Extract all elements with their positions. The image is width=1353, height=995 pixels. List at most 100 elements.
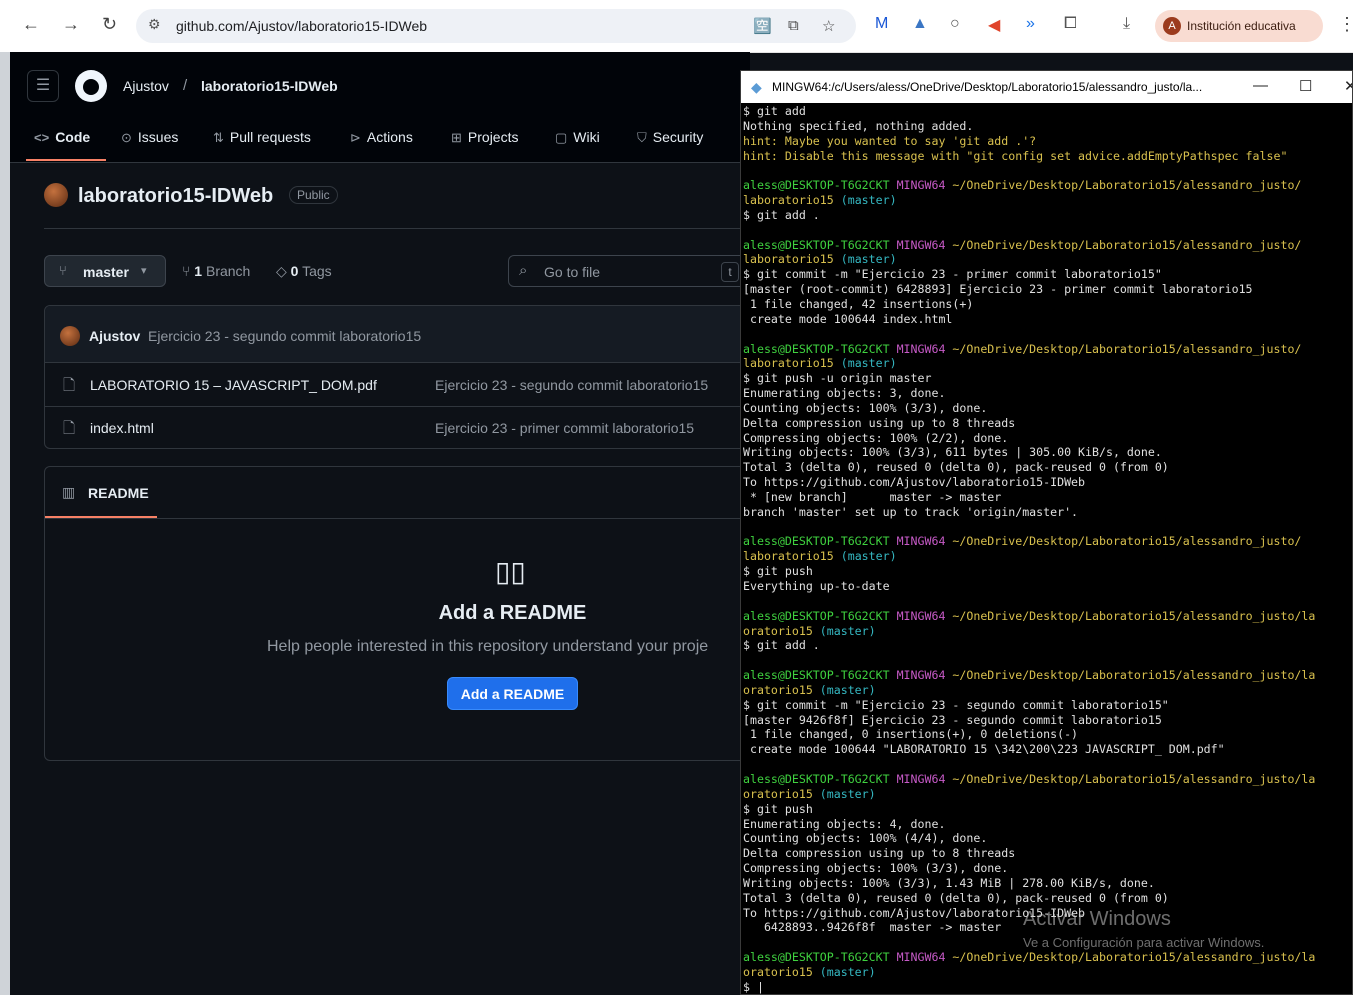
file-list: Ajustov Ejercicio 23 - segundo commit la… bbox=[44, 305, 764, 449]
terminal-text: $ git add bbox=[743, 104, 806, 118]
back-icon[interactable]: ← bbox=[22, 14, 40, 35]
terminal-text: ~/OneDrive/Desktop/Laboratorio15/alessan… bbox=[952, 178, 1302, 193]
terminal-line: $ git commit -m "Ejercicio 23 - primer c… bbox=[743, 267, 1352, 282]
terminal-text: laboratorio15 bbox=[743, 193, 841, 208]
add-readme-button[interactable]: Add a README bbox=[447, 677, 578, 710]
extension-m-icon[interactable]: M bbox=[875, 15, 888, 33]
terminal-text: ~/OneDrive/Desktop/Laboratorio15/alessan… bbox=[952, 237, 1302, 252]
translate-icon[interactable]: 🈳 bbox=[753, 17, 772, 35]
terminal-text: hint: Disable this message with "git con… bbox=[743, 148, 1288, 163]
terminal-text: laboratorio15 bbox=[743, 549, 841, 564]
terminal-text: MINGW64 bbox=[896, 341, 953, 356]
menu-kebab-icon[interactable]: ⋮ bbox=[1338, 14, 1353, 35]
breadcrumb-separator: / bbox=[183, 77, 188, 94]
terminal-text: oratorio15 bbox=[743, 786, 820, 801]
terminal-text: aless@DESKTOP-T6G2CKT bbox=[743, 668, 897, 683]
browser-toolbar: ← → ↻ ⚙ github.com/Ajustov/laboratorio15… bbox=[0, 0, 1353, 53]
terminal-text: laboratorio15 bbox=[743, 252, 841, 267]
maximize-icon[interactable]: ☐ bbox=[1299, 77, 1312, 95]
terminal-line: $ git add . bbox=[743, 208, 1352, 223]
terminal-text: $ git commit -m "Ejercicio 23 - primer c… bbox=[743, 267, 1162, 282]
terminal-text: oratorio15 bbox=[743, 623, 820, 638]
extension-binoculars-icon[interactable]: ▲ bbox=[912, 15, 928, 33]
tab-code[interactable]: <> Code bbox=[34, 129, 90, 145]
owner-link[interactable]: Ajustov bbox=[123, 78, 169, 94]
tab-issues[interactable]: ⊙ Issues bbox=[121, 129, 178, 146]
extensions-puzzle-icon[interactable]: ⧠ bbox=[1064, 15, 1077, 33]
bookmark-star-icon[interactable]: ☆ bbox=[822, 17, 835, 35]
avatar[interactable] bbox=[60, 326, 80, 346]
tab-projects[interactable]: ⊞ Projects bbox=[451, 129, 518, 146]
book-icon: ▥ bbox=[62, 484, 76, 500]
profile-button[interactable]: A Institución educativa bbox=[1155, 10, 1323, 42]
terminal-line: Compressing objects: 100% (3/3), done. bbox=[743, 861, 1352, 876]
terminal-text: hint: Maybe you wanted to say 'git add .… bbox=[743, 133, 1037, 148]
terminal-text: (master) bbox=[840, 549, 897, 564]
reload-icon[interactable]: ↻ bbox=[102, 14, 117, 35]
terminal-line: Counting objects: 100% (3/3), done. bbox=[743, 401, 1352, 416]
repo-owner-avatar bbox=[44, 183, 68, 207]
terminal-line: aless@DESKTOP-T6G2CKT MINGW64 ~/OneDrive… bbox=[743, 771, 1352, 787]
terminal-output[interactable]: $ git add Nothing specified, nothing adde… bbox=[743, 104, 1352, 994]
tab-wiki[interactable]: ▢ Wiki bbox=[555, 129, 600, 146]
terminal-window[interactable]: ◆ MINGW64:/c/Users/aless/OneDrive/Deskto… bbox=[740, 70, 1353, 995]
terminal-text: (master) bbox=[840, 356, 897, 371]
terminal-text: create mode 100644 index.html bbox=[743, 311, 953, 326]
file-icon: 🗋 bbox=[63, 420, 76, 437]
terminal-titlebar[interactable]: ◆ MINGW64:/c/Users/aless/OneDrive/Deskto… bbox=[741, 71, 1352, 103]
go-to-file-input[interactable]: ⌕ Go to file t bbox=[508, 255, 753, 287]
terminal-line: 1 file changed, 42 insertions(+) bbox=[743, 297, 1352, 312]
terminal-text: (master) bbox=[819, 623, 876, 638]
terminal-line: $ | bbox=[743, 980, 1352, 994]
cast-icon[interactable]: ⧉ bbox=[788, 17, 799, 34]
terminal-line: Writing objects: 100% (3/3), 1.43 MiB | … bbox=[743, 876, 1352, 891]
readme-header: ▥ README bbox=[45, 467, 763, 519]
address-bar[interactable]: ⚙ github.com/Ajustov/laboratorio15-IDWeb… bbox=[136, 9, 856, 43]
extension-megaphone-icon[interactable]: ◀ bbox=[988, 15, 1000, 35]
terminal-text: ~/OneDrive/Desktop/Laboratorio15/alessan… bbox=[952, 534, 1302, 549]
visibility-badge: Public bbox=[289, 186, 338, 204]
add-readme-title: Add a README bbox=[438, 602, 587, 624]
terminal-text: oratorio15 bbox=[743, 964, 820, 979]
terminal-line: create mode 100644 "LABORATORIO 15 \342\… bbox=[743, 742, 1352, 757]
commit-author-link[interactable]: Ajustov bbox=[89, 328, 140, 344]
tab-actions[interactable]: ⊳ Actions bbox=[350, 129, 413, 146]
github-logo-icon[interactable] bbox=[75, 70, 107, 102]
terminal-text: MINGW64 bbox=[896, 771, 953, 786]
site-info-icon[interactable]: ⚙ bbox=[148, 16, 161, 33]
minimize-icon[interactable]: — bbox=[1253, 77, 1268, 94]
tags-link[interactable]: ◇ 0 Tags bbox=[276, 263, 332, 280]
file-name-link[interactable]: LABORATORIO 15 – JAVASCRIPT_ DOM.pdf bbox=[90, 377, 377, 393]
commit-message-link[interactable]: Ejercicio 23 - segundo commit laboratori… bbox=[148, 328, 421, 344]
terminal-line: Total 3 (delta 0), reused 0 (delta 0), p… bbox=[743, 460, 1352, 475]
terminal-line: aless@DESKTOP-T6G2CKT MINGW64 ~/OneDrive… bbox=[743, 341, 1352, 357]
active-tab-indicator bbox=[26, 159, 106, 161]
terminal-line: laboratorio15 (master) bbox=[743, 252, 1352, 267]
tab-security[interactable]: ⛉ Security bbox=[637, 129, 703, 146]
terminal-text: ~/OneDrive/Desktop/Laboratorio15/alessan… bbox=[952, 950, 1316, 965]
terminal-text: * [new branch] master -> master bbox=[743, 489, 1002, 504]
hamburger-menu-icon[interactable]: ☰ bbox=[27, 70, 59, 102]
page-title: laboratorio15-IDWeb bbox=[78, 185, 274, 207]
tab-pull-requests[interactable]: ⇅ Pull requests bbox=[213, 129, 311, 146]
forward-icon[interactable]: → bbox=[62, 14, 80, 35]
branches-link[interactable]: ⑂ 1 Branch bbox=[182, 263, 250, 279]
terminal-line: 1 file changed, 0 insertions(+), 0 delet… bbox=[743, 727, 1352, 742]
divider bbox=[44, 228, 750, 229]
close-icon[interactable]: ✕ bbox=[1344, 77, 1352, 95]
file-name-link[interactable]: index.html bbox=[90, 420, 154, 436]
file-commit-link[interactable]: Ejercicio 23 - segundo commit laboratori… bbox=[435, 377, 708, 393]
download-icon[interactable]: ⤓ bbox=[1123, 15, 1130, 33]
terminal-text: [master (root-commit) 6428893] Ejercicio… bbox=[743, 282, 1253, 297]
extension-sound-icon[interactable]: » bbox=[1026, 15, 1035, 33]
repo-link[interactable]: laboratorio15-IDWeb bbox=[201, 78, 338, 94]
terminal-line: Compressing objects: 100% (2/2), done. bbox=[743, 431, 1352, 446]
extension-circle-icon[interactable]: ○ bbox=[950, 15, 960, 33]
tab-readme[interactable]: README bbox=[88, 485, 149, 501]
terminal-line: laboratorio15 (master) bbox=[743, 193, 1352, 208]
branch-select-button[interactable]: ⑂ master ▾ bbox=[44, 255, 166, 287]
terminal-text: To https://github.com/Ajustov/laboratori… bbox=[743, 475, 1086, 490]
file-commit-link[interactable]: Ejercicio 23 - primer commit laboratorio… bbox=[435, 420, 694, 436]
terminal-text: [master 9426f8f] Ejercicio 23 - segundo … bbox=[743, 712, 1162, 727]
